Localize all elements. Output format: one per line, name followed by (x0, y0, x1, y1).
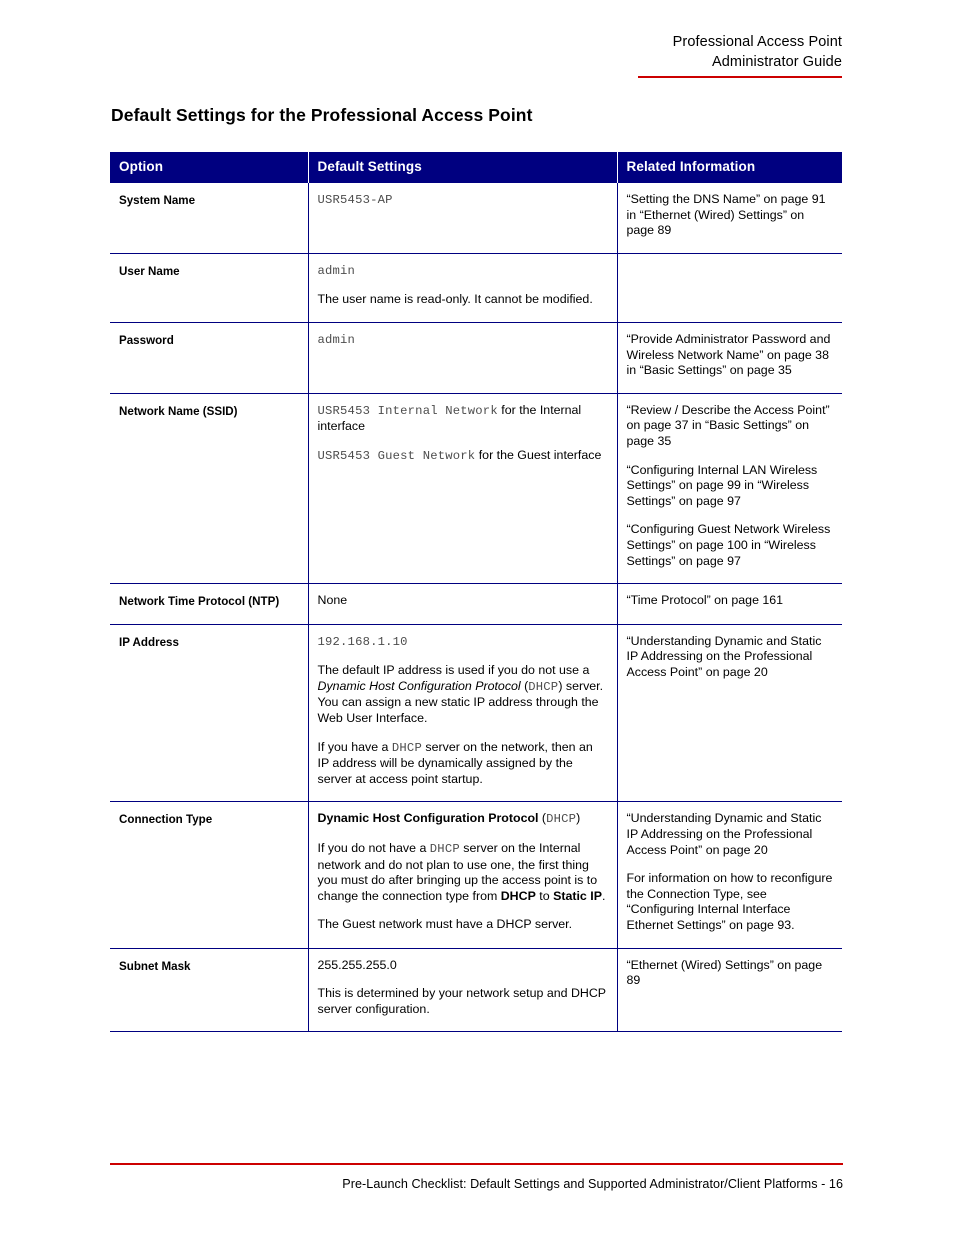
column-header-default-settings: Default Settings (307, 152, 617, 183)
default-settings-table: Option Default Settings Related Informat… (110, 152, 842, 1033)
related-paragraph: “Provide Administrator Password and Wire… (626, 331, 831, 378)
row-default-settings: admin (307, 322, 617, 394)
row-related-information: “Setting the DNS Name” on page 91 in “Et… (616, 182, 842, 254)
ip-address-value: 192.168.1.10 (317, 634, 408, 649)
row-related-information: “Provide Administrator Password and Wire… (616, 322, 842, 394)
connection-type-value: Dynamic Host Configuration Protocol (317, 811, 539, 826)
note-paragraph: The user name is read-only. It cannot be… (317, 292, 593, 307)
row-option-label: Connection Type (110, 801, 308, 949)
value-text: admin (317, 263, 356, 278)
dhcp-token: DHCP (391, 740, 422, 755)
table-header-row: Option Default Settings Related Informat… (110, 152, 842, 183)
page-header: Professional Access Point Administrator … (442, 32, 842, 78)
ssid-guest-value: USR5453 Guest Network (317, 448, 476, 463)
header-line-2: Administrator Guide (711, 54, 842, 70)
table-row: User Name admin The user name is read-on… (110, 253, 842, 323)
note-text: to (535, 888, 554, 903)
ssid-internal-value: USR5453 Internal Network (317, 403, 498, 418)
related-paragraph: “Understanding Dynamic and Static IP Add… (626, 811, 822, 857)
note-text: If you do not have a (317, 841, 430, 856)
note-paragraph: The Guest network must have a DHCP serve… (317, 917, 573, 932)
related-paragraph: “Understanding Dynamic and Static IP Add… (626, 633, 822, 679)
row-option-label: Network Time Protocol (NTP) (110, 583, 308, 625)
table-row: Subnet Mask 255.255.255.0 This is determ… (110, 948, 842, 1033)
column-header-related-information: Related Information (616, 152, 842, 183)
row-default-settings: USR5453 Internal Network for the Interna… (307, 393, 617, 585)
table-row: Connection Type Dynamic Host Configurati… (110, 801, 842, 949)
table-row: Network Time Protocol (NTP) None “Time P… (110, 583, 842, 625)
footer-rule (110, 1163, 843, 1165)
row-default-settings: USR5453-AP (307, 182, 617, 254)
note-paragraph: This is determined by your network setup… (317, 986, 606, 1016)
emphasis-text: Dynamic Host Configuration Protocol (317, 678, 521, 693)
ssid-guest-suffix: for the Guest interface (475, 447, 602, 462)
note-text: The default IP address is used if you do… (317, 663, 590, 678)
related-paragraph: For information on how to reconfigure th… (626, 871, 833, 932)
row-default-settings: admin The user name is read-only. It can… (307, 253, 617, 323)
default-settings-table-wrapper: Option Default Settings Related Informat… (110, 152, 842, 1033)
column-header-option: Option (110, 152, 308, 183)
value-text: admin (317, 332, 356, 347)
row-related-information: “Ethernet (Wired) Settings” on page 89 (616, 948, 842, 1033)
table-row: System Name USR5453-AP “Setting the DNS … (110, 182, 842, 254)
table-row: Password admin “Provide Administrator Pa… (110, 322, 842, 394)
dhcp-token: DHCP (528, 679, 559, 694)
note-text: ) (576, 811, 581, 826)
table-row: IP Address 192.168.1.10 The default IP a… (110, 624, 842, 803)
dhcp-bold-token: DHCP (500, 888, 536, 903)
row-related-information: “Understanding Dynamic and Static IP Add… (616, 624, 842, 803)
header-rule (638, 76, 842, 78)
row-option-label: System Name (110, 182, 308, 254)
row-option-label: Network Name (SSID) (110, 393, 308, 585)
page-footer: Pre-Launch Checklist: Default Settings a… (110, 1163, 843, 1191)
row-default-settings: 255.255.255.0 This is determined by your… (307, 948, 617, 1033)
row-default-settings: 192.168.1.10 The default IP address is u… (307, 624, 617, 803)
value-text: USR5453-AP (317, 193, 393, 207)
note-text: . (601, 888, 606, 903)
related-paragraph: “Configuring Guest Network Wireless Sett… (626, 522, 831, 568)
note-text: If you have a (317, 739, 392, 754)
table-body: System Name USR5453-AP “Setting the DNS … (110, 182, 842, 1033)
footer-text: Pre-Launch Checklist: Default Settings a… (342, 1176, 843, 1191)
dhcp-token: DHCP (546, 812, 577, 827)
static-ip-bold-token: Static IP (553, 888, 602, 903)
row-option-label: User Name (110, 253, 308, 323)
value-text: None (317, 593, 348, 608)
row-related-information: “Time Protocol” on page 161 (616, 583, 842, 625)
row-related-information: “Understanding Dynamic and Static IP Add… (616, 801, 842, 949)
row-option-label: IP Address (110, 624, 308, 803)
note-text: ( (538, 811, 547, 826)
row-default-settings: None (307, 583, 617, 625)
related-paragraph: “Ethernet (Wired) Settings” on page 89 (626, 957, 823, 988)
related-paragraph: “Setting the DNS Name” on page 91 in “Et… (626, 192, 826, 238)
related-paragraph: “Configuring Internal LAN Wireless Setti… (626, 462, 818, 508)
related-paragraph: “Time Protocol” on page 161 (626, 593, 784, 608)
table-row: Network Name (SSID) USR5453 Internal Net… (110, 393, 842, 585)
table-header: Option Default Settings Related Informat… (110, 152, 842, 183)
page-title: Default Settings for the Professional Ac… (111, 105, 533, 125)
row-related-information (616, 253, 842, 323)
row-option-label: Password (110, 322, 308, 394)
dhcp-token: DHCP (429, 842, 460, 857)
row-related-information: “Review / Describe the Access Point” on … (616, 393, 842, 585)
subnet-mask-value: 255.255.255.0 (317, 957, 397, 972)
row-option-label: Subnet Mask (110, 948, 308, 1033)
header-line-1: Professional Access Point (672, 34, 842, 50)
related-paragraph: “Review / Describe the Access Point” on … (626, 402, 830, 448)
row-default-settings: Dynamic Host Configuration Protocol (DHC… (307, 801, 617, 949)
